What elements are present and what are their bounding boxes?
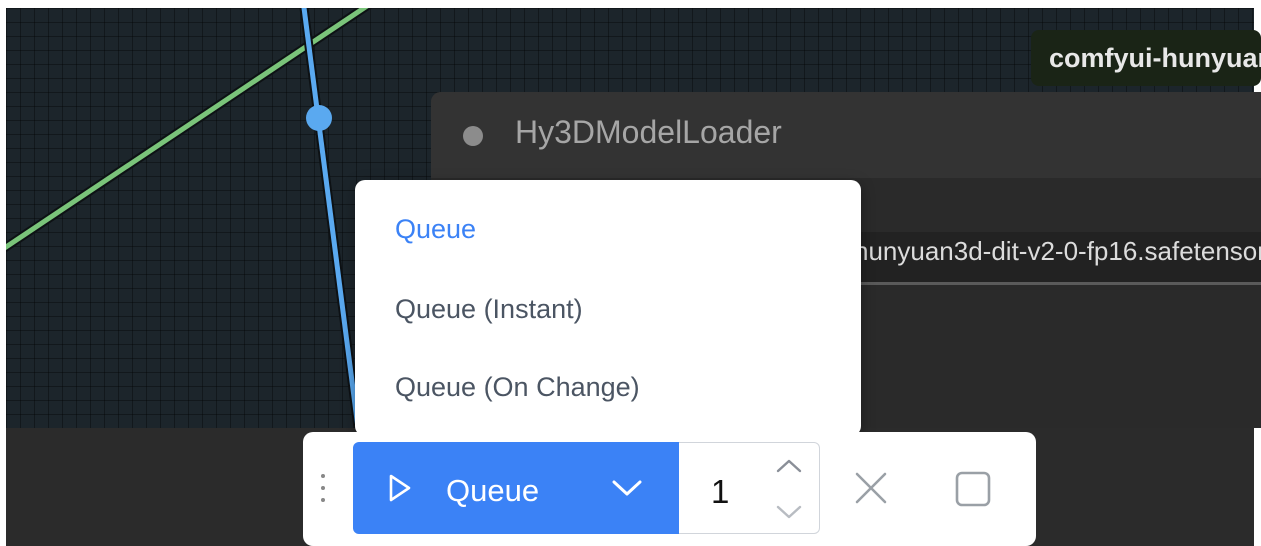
queue-button[interactable]: Queue [353, 442, 679, 534]
play-icon [389, 474, 411, 502]
node-title: Hy3DModelLoader [515, 114, 782, 150]
queue-toolbar: Queue 1 [303, 432, 1036, 546]
chevron-up-icon[interactable] [775, 457, 803, 475]
queue-mode-menu: Queue Queue (Instant) Queue (On Change) [355, 180, 861, 436]
batch-count-value[interactable]: 1 [711, 473, 729, 511]
link-midpoint [306, 105, 332, 131]
blue-link [301, 8, 361, 428]
menu-item-queue-instant[interactable]: Queue (Instant) [395, 294, 583, 325]
menu-item-queue[interactable]: Queue [395, 214, 476, 245]
queue-button-label: Queue [446, 473, 540, 508]
group-badge: comfyui-hunyuan3d [1031, 30, 1261, 86]
model-select-value: hunyuan3d-dit-v2-0-fp16.safetensors [854, 236, 1261, 266]
chevron-down-icon[interactable] [611, 478, 643, 498]
menu-item-queue-on-change[interactable]: Queue (On Change) [395, 372, 640, 403]
node-header[interactable]: Hy3DModelLoader [431, 92, 1261, 178]
close-icon[interactable] [853, 470, 889, 506]
node-status-dot [463, 126, 483, 146]
stop-icon[interactable] [954, 470, 992, 508]
batch-count-stepper[interactable]: 1 [679, 442, 820, 534]
chevron-down-icon[interactable] [775, 503, 803, 521]
drag-handle-icon[interactable] [316, 474, 330, 514]
